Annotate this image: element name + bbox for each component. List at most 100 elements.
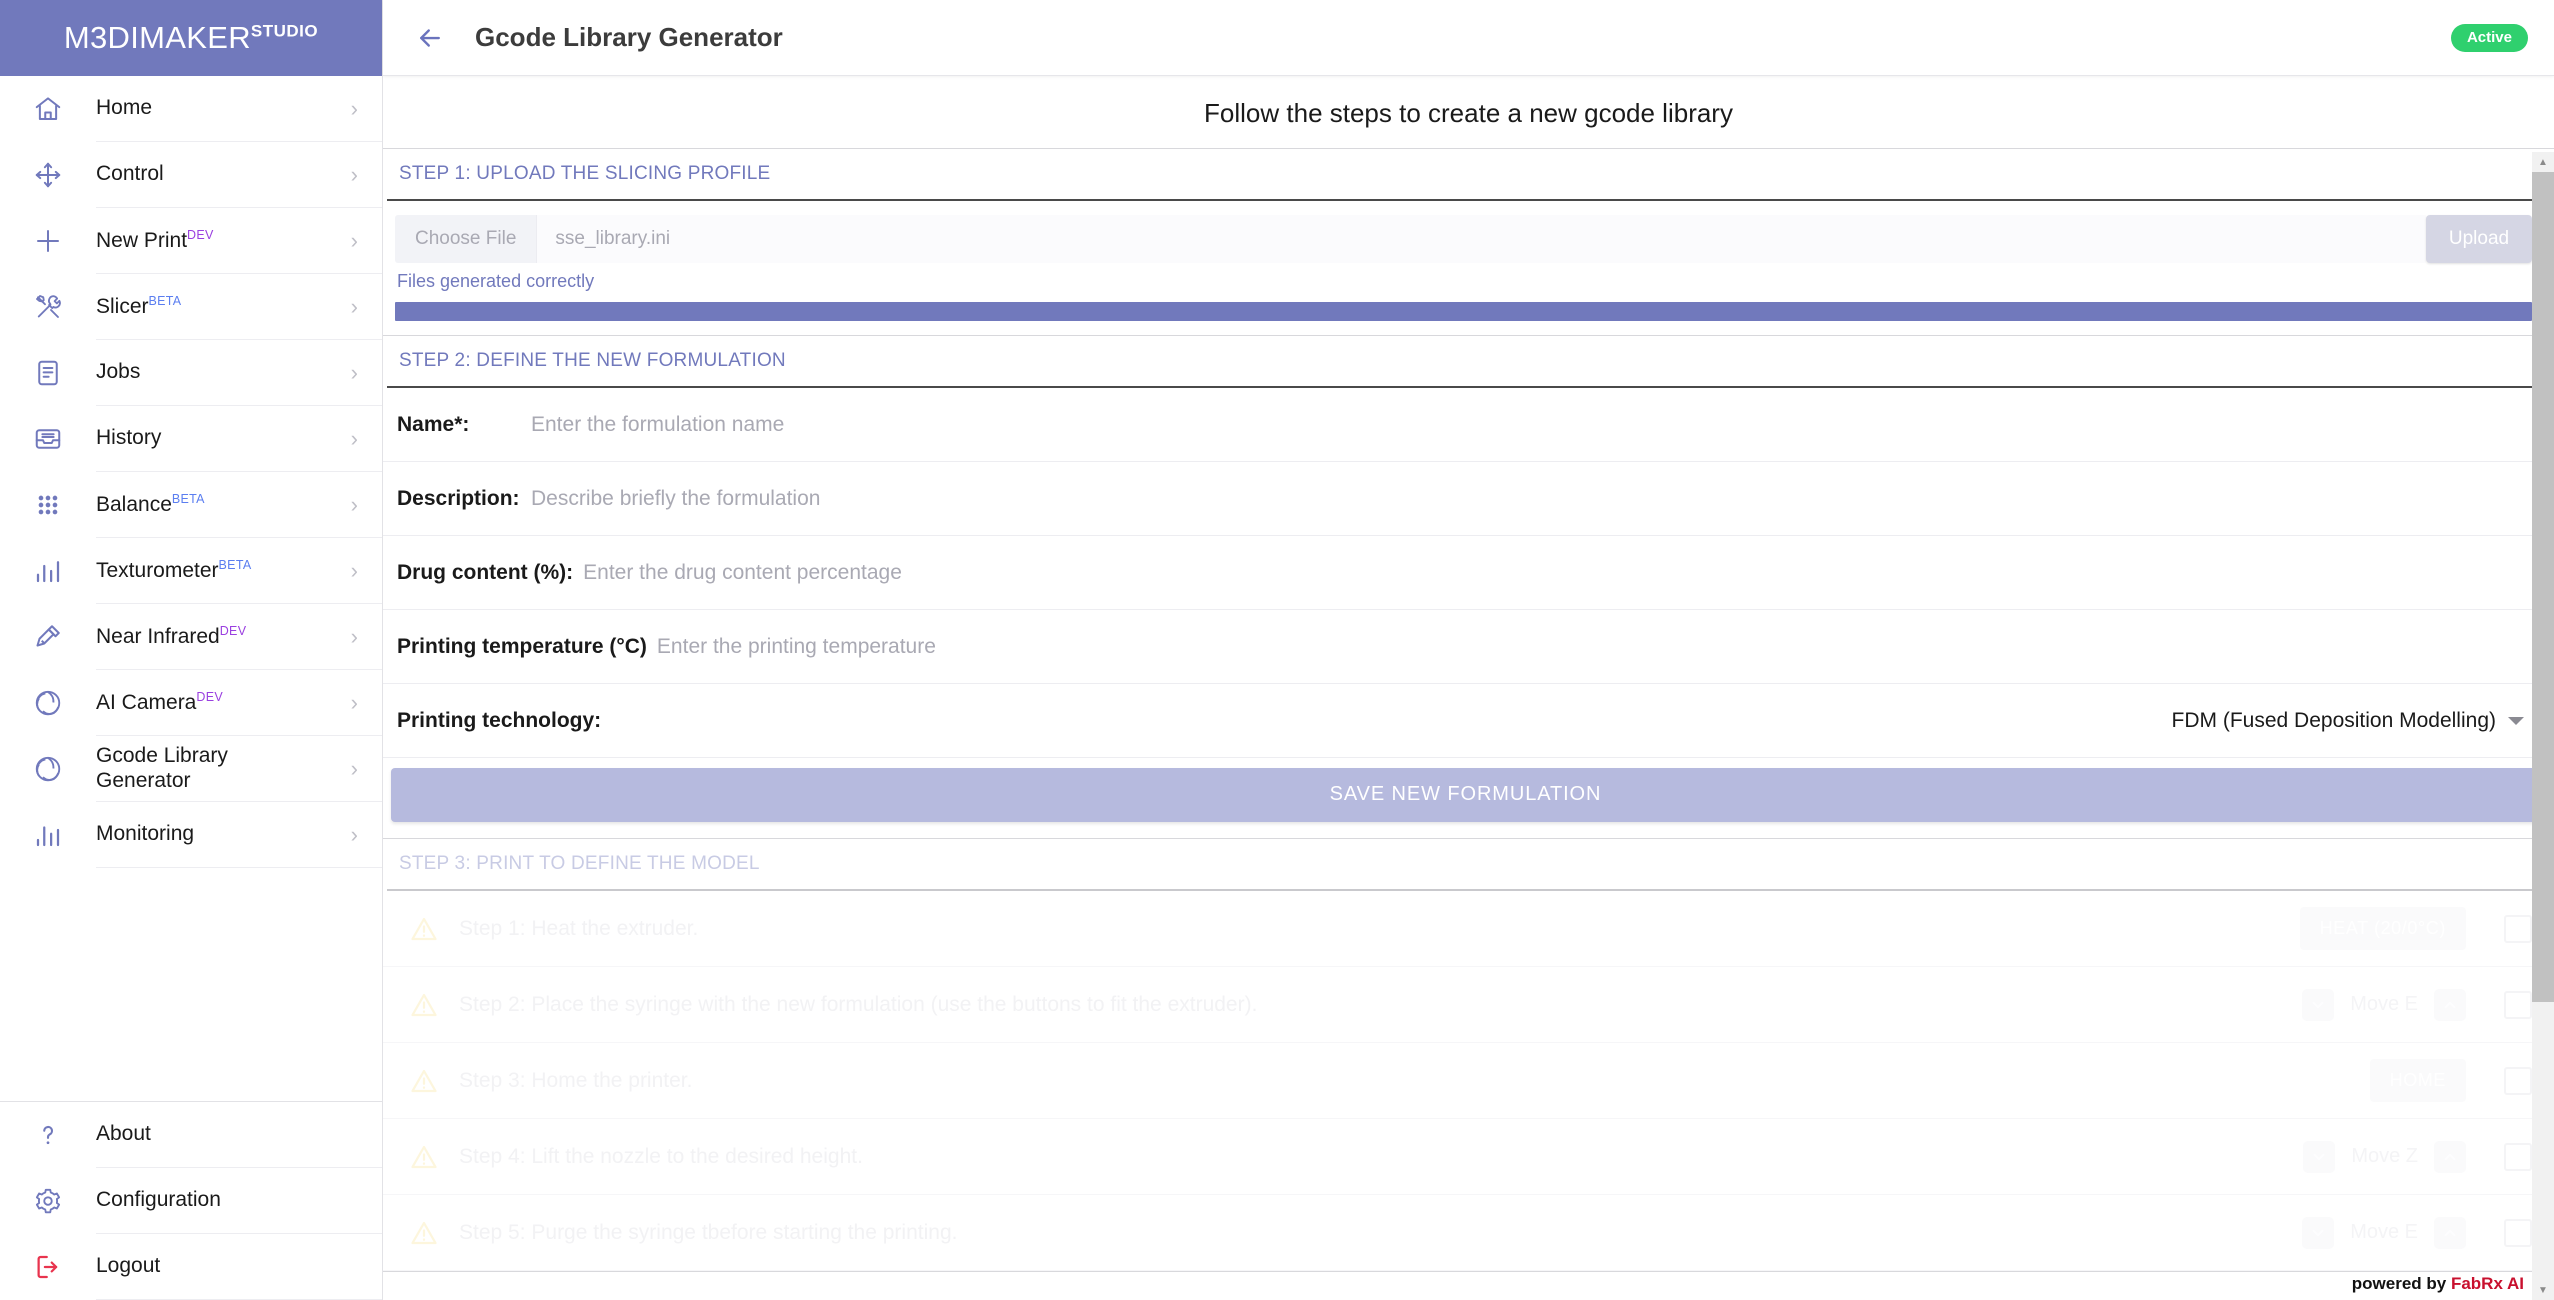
step3-row-checkbox[interactable] [2504, 990, 2532, 1019]
scrollbar-up-arrow[interactable]: ▲ [2532, 152, 2554, 172]
sidebar-item-new-print[interactable]: New PrintDEV › [0, 208, 382, 274]
vertical-scrollbar[interactable]: ▲ ▼ [2532, 152, 2554, 1300]
step3-row-lift-nozzle: Step 4: Lift the nozzle to the desired h… [383, 1119, 2554, 1195]
step3-row-controls: Move E [2202, 1216, 2532, 1249]
chevron-right-icon: › [350, 491, 358, 517]
heat-button[interactable]: HEAT (20/0°C) [2299, 907, 2466, 950]
chevron-right-icon: › [350, 557, 358, 583]
sidebar-item-home-body: Home › [96, 76, 382, 142]
sidebar-item-label: Near InfraredDEV [96, 623, 247, 648]
sidebar-item-near-infrared-body: Near InfraredDEV › [96, 604, 382, 670]
sidebar-item-label: New PrintDEV [96, 227, 214, 252]
sidebar-item-balance-body: BalanceBETA › [96, 472, 382, 538]
purge-move-e-up-button[interactable] [2434, 1216, 2466, 1249]
gear-icon [20, 1186, 76, 1216]
page-title: Gcode Library Generator [475, 22, 783, 52]
brand-title: M3DIMAKERSTUDIO [64, 20, 318, 56]
plus-icon [20, 226, 76, 256]
sidebar-item-home[interactable]: Home › [0, 76, 382, 142]
sidebar-item-logout[interactable]: Logout [0, 1234, 382, 1300]
aperture-icon [20, 754, 76, 784]
move-z-down-button[interactable] [2303, 1140, 2336, 1173]
arrow-left-icon[interactable] [407, 15, 453, 61]
step3-row-controls: HEAT (20/0°C) [2202, 907, 2532, 950]
step3-row-controls: HOME [2202, 1059, 2532, 1102]
sidebar-item-texturometer-body: TexturometerBETA › [96, 538, 382, 604]
sidebar-item-new-print-body: New PrintDEV › [96, 208, 382, 274]
chevron-right-icon: › [350, 755, 358, 781]
name-input[interactable] [531, 412, 2524, 437]
step1-header: STEP 1: UPLOAD THE SLICING PROFILE [387, 149, 2550, 201]
brand-header: M3DIMAKERSTUDIO [0, 0, 382, 76]
sidebar-item-texturometer[interactable]: TexturometerBETA › [0, 538, 382, 604]
sidebar-item-near-infrared[interactable]: Near InfraredDEV › [0, 604, 382, 670]
step3-row-text: Step 5: Purge the syringe tbefore starti… [459, 1220, 958, 1244]
scrollbar-down-arrow[interactable]: ▼ [2532, 1280, 2554, 1300]
content-inner: Follow the steps to create a new gcode l… [383, 76, 2554, 1272]
sidebar-item-label: Monitoring [96, 822, 195, 846]
choose-file-button[interactable]: Choose File [395, 215, 538, 263]
sidebar-item-logout-body: Logout [96, 1234, 382, 1300]
sidebar-item-jobs[interactable]: Jobs › [0, 340, 382, 406]
file-upload-row: Choose File sse_library.ini Upload [395, 215, 2532, 263]
home-button[interactable]: HOME [2369, 1059, 2466, 1102]
sidebar-item-slicer[interactable]: SlicerBETA › [0, 274, 382, 340]
warning-icon [397, 990, 451, 1020]
step2-header: STEP 2: DEFINE THE NEW FORMULATION [387, 336, 2550, 388]
step3-row-purge: Step 5: Purge the syringe tbefore starti… [383, 1195, 2554, 1271]
step3-row-controls: Move E [2202, 988, 2532, 1021]
grid-dots-icon [20, 491, 76, 519]
chevron-right-icon: › [350, 359, 358, 385]
sidebar-item-control[interactable]: Control › [0, 142, 382, 208]
sidebar-item-configuration[interactable]: Configuration [0, 1168, 382, 1234]
printing-technology-label: Printing technology: [397, 708, 602, 732]
printing-temperature-input[interactable] [656, 634, 2524, 659]
brand-superscript: STUDIO [250, 21, 319, 41]
sidebar-item-about[interactable]: About [0, 1102, 382, 1168]
sidebar-item-ai-camera[interactable]: AI CameraDEV › [0, 670, 382, 736]
fabrx-brand: FabRx AI [2450, 1274, 2524, 1293]
sidebar-item-gcode-library-generator-body: Gcode Library Generator › [96, 736, 382, 802]
sidebar-item-label: Configuration [96, 1188, 221, 1212]
flashlight-icon [20, 622, 76, 652]
sidebar-item-label: Control [96, 162, 164, 186]
sidebar-item-history[interactable]: History › [0, 406, 382, 472]
step3-row-text: Step 3: Home the printer. [459, 1068, 693, 1092]
sidebar-item-balance[interactable]: BalanceBETA › [0, 472, 382, 538]
selected-file-name: sse_library.ini [537, 215, 2426, 263]
step3-row-text: Step 4: Lift the nozzle to the desired h… [459, 1144, 863, 1168]
sidebar-item-label: TexturometerBETA [96, 557, 252, 582]
move-e-up-button[interactable] [2434, 988, 2466, 1021]
chevron-right-icon: › [350, 821, 358, 847]
sidebar-bottom-nav: About Configuration Logout [0, 1101, 382, 1300]
save-new-formulation-button[interactable]: SAVE NEW FORMULATION [391, 768, 2540, 822]
description-input[interactable] [531, 486, 2524, 511]
drug-content-input[interactable] [583, 560, 2524, 585]
chevron-right-icon: › [350, 161, 358, 187]
sidebar-item-label: Logout [96, 1254, 161, 1278]
home-icon [20, 94, 76, 124]
document-icon [20, 358, 76, 388]
sidebar-item-gcode-library-generator[interactable]: Gcode Library Generator › [0, 736, 382, 802]
purge-move-e-down-button[interactable] [2302, 1216, 2335, 1249]
printing-technology-select[interactable]: FDM (Fused Deposition Modelling) [601, 709, 2524, 733]
step3-row-text: Step 2: Place the syringe with the new f… [459, 992, 1258, 1016]
step3-row-checkbox[interactable] [2504, 914, 2532, 943]
step3-row-home: Step 3: Home the printer. HOME [383, 1043, 2554, 1119]
sidebar-item-slicer-body: SlicerBETA › [96, 274, 382, 340]
step3-row-checkbox[interactable] [2504, 1142, 2532, 1171]
step3-row-checkbox[interactable] [2504, 1066, 2532, 1095]
sidebar-item-label: BalanceBETA [96, 491, 205, 516]
step2-panel: STEP 2: DEFINE THE NEW FORMULATION Name*… [383, 336, 2554, 839]
sidebar-item-tag: DEV [187, 227, 214, 242]
move-e-down-button[interactable] [2302, 988, 2335, 1021]
scrollbar-thumb[interactable] [2532, 172, 2554, 1002]
sidebar: M3DIMAKERSTUDIO Home › Control › New Pri… [0, 0, 383, 1300]
move-z-up-button[interactable] [2434, 1140, 2466, 1173]
step3-row-checkbox[interactable] [2504, 1218, 2532, 1247]
warning-icon [397, 1218, 451, 1248]
form-row-printing-technology: Printing technology: FDM (Fused Depositi… [383, 684, 2554, 758]
inbox-icon [20, 424, 76, 454]
upload-button[interactable]: Upload [2426, 215, 2532, 263]
sidebar-item-monitoring[interactable]: Monitoring › [0, 802, 382, 868]
